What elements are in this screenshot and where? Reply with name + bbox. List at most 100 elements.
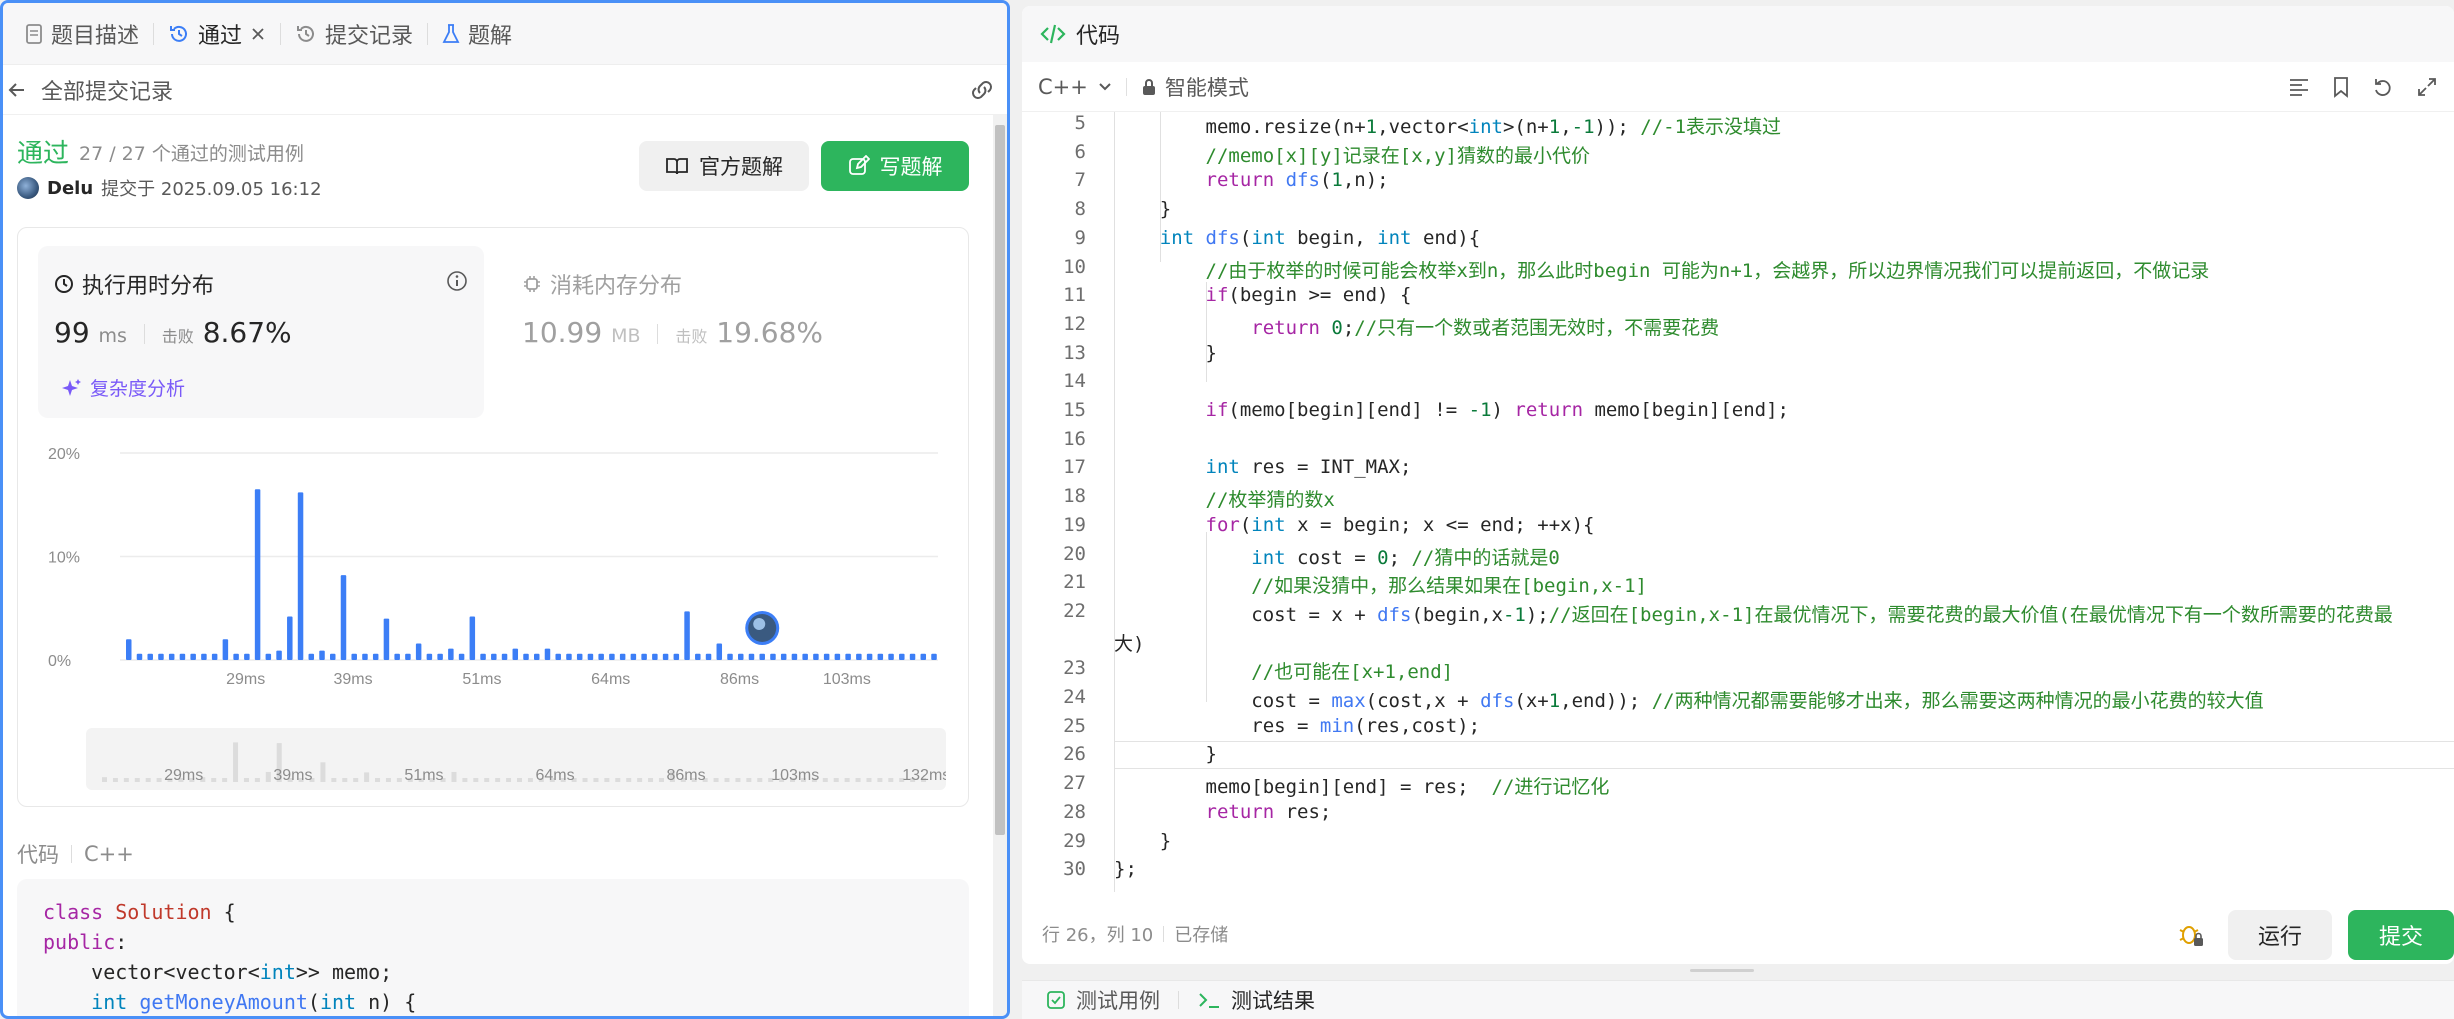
- histogram-bar[interactable]: [308, 653, 315, 660]
- histogram-bar[interactable]: [201, 653, 207, 660]
- histogram-bar[interactable]: [319, 650, 325, 660]
- runtime-distribution-tab[interactable]: 执行用时分布 99 ms 击败 8.67% 复杂度分析: [38, 246, 484, 418]
- histogram-bar[interactable]: [684, 611, 690, 660]
- histogram-bar[interactable]: [727, 653, 733, 660]
- histogram-bar[interactable]: [759, 653, 765, 660]
- scrollbar-thumb[interactable]: [995, 125, 1005, 835]
- histogram-bar[interactable]: [126, 639, 132, 660]
- tab-testcases[interactable]: 测试用例: [1046, 985, 1160, 1015]
- histogram-bar[interactable]: [566, 653, 572, 660]
- histogram-bar[interactable]: [437, 653, 443, 660]
- write-solution-button[interactable]: 写题解: [821, 141, 969, 191]
- histogram-bar[interactable]: [469, 616, 476, 660]
- histogram-bar[interactable]: [630, 653, 637, 660]
- run-button[interactable]: 运行: [2228, 910, 2332, 960]
- tab-submissions[interactable]: 提交记录: [281, 3, 427, 64]
- histogram-bar[interactable]: [480, 653, 486, 660]
- histogram-bar[interactable]: [362, 653, 368, 660]
- histogram-bar[interactable]: [394, 653, 400, 660]
- memory-distribution-tab[interactable]: 消耗内存分布 10.99 MB 击败 19.68%: [506, 246, 946, 418]
- histogram-bar[interactable]: [330, 653, 336, 660]
- histogram-bar[interactable]: [426, 653, 433, 660]
- histogram-bar[interactable]: [705, 653, 712, 660]
- histogram-bar[interactable]: [297, 492, 304, 660]
- histogram-bar[interactable]: [587, 653, 594, 660]
- histogram-bar[interactable]: [813, 653, 819, 660]
- histogram-bar[interactable]: [491, 653, 497, 660]
- smart-mode-toggle[interactable]: 智能模式: [1141, 72, 1249, 102]
- histogram-bar[interactable]: [770, 653, 776, 660]
- histogram-bar[interactable]: [802, 653, 808, 660]
- language-select[interactable]: C++: [1038, 75, 1112, 99]
- histogram-bar[interactable]: [179, 653, 186, 660]
- histogram-bar[interactable]: [372, 653, 379, 660]
- tab-description[interactable]: 题目描述: [11, 3, 153, 64]
- histogram-bar[interactable]: [340, 575, 347, 660]
- tab-test-results[interactable]: 测试结果: [1197, 985, 1315, 1015]
- all-submissions-link[interactable]: 全部提交记录: [41, 74, 173, 106]
- histogram-bar[interactable]: [662, 653, 669, 660]
- histogram-bar[interactable]: [287, 616, 293, 660]
- histogram-bar[interactable]: [866, 653, 873, 660]
- scrollbar[interactable]: [993, 115, 1007, 1016]
- author-name[interactable]: Delu: [47, 178, 93, 199]
- histogram-bar[interactable]: [555, 653, 561, 660]
- histogram-bar[interactable]: [512, 648, 519, 660]
- range-brush[interactable]: 29ms 39ms 51ms 64ms 86ms 103ms 132ms: [86, 728, 946, 790]
- histogram-bar[interactable]: [619, 653, 626, 660]
- histogram-bar[interactable]: [222, 639, 229, 660]
- tab-accepted[interactable]: 通过: [154, 3, 280, 64]
- histogram-bar[interactable]: [673, 653, 680, 660]
- histogram-bar[interactable]: [920, 653, 927, 660]
- histogram-bar[interactable]: [695, 653, 701, 660]
- complexity-analysis-link[interactable]: 复杂度分析: [62, 374, 185, 401]
- arrow-left-icon[interactable]: [7, 80, 27, 100]
- debug-icon[interactable]: [2176, 920, 2206, 950]
- histogram-bar[interactable]: [523, 653, 529, 660]
- histogram-bar[interactable]: [276, 650, 282, 660]
- histogram-bar[interactable]: [136, 653, 143, 660]
- histogram-bar[interactable]: [576, 653, 583, 660]
- histogram-bar[interactable]: [244, 653, 250, 660]
- code-editor[interactable]: 5 memo.resize(n+1,vector<int>(n+1,-1)); …: [1022, 112, 2454, 892]
- histogram-bar[interactable]: [534, 653, 540, 660]
- close-icon[interactable]: [250, 26, 266, 42]
- histogram-bar[interactable]: [501, 653, 508, 660]
- histogram-bar[interactable]: [888, 653, 894, 660]
- histogram-bar[interactable]: [233, 653, 239, 660]
- info-icon[interactable]: [446, 270, 468, 292]
- histogram-bar[interactable]: [909, 653, 916, 660]
- histogram-bar[interactable]: [190, 653, 196, 660]
- histogram-bar[interactable]: [845, 653, 851, 660]
- official-solution-button[interactable]: 官方题解: [639, 141, 809, 191]
- histogram-bar[interactable]: [823, 653, 830, 660]
- your-submission-marker[interactable]: [745, 611, 780, 645]
- avatar[interactable]: [17, 177, 39, 199]
- expand-icon[interactable]: [2416, 76, 2438, 98]
- reset-icon[interactable]: [2372, 76, 2394, 98]
- histogram-bar[interactable]: [716, 643, 723, 660]
- histogram-bar[interactable]: [748, 653, 755, 660]
- histogram-bar[interactable]: [147, 653, 153, 660]
- bookmark-icon[interactable]: [2332, 76, 2350, 98]
- histogram-bar[interactable]: [351, 653, 357, 660]
- histogram-bar[interactable]: [641, 653, 647, 660]
- histogram-bar[interactable]: [791, 653, 798, 660]
- panel-drag-handle[interactable]: [1690, 969, 1754, 972]
- submit-button[interactable]: 提交: [2348, 910, 2454, 960]
- histogram-bar[interactable]: [899, 653, 905, 660]
- runtime-histogram[interactable]: 20%10%0%29ms39ms51ms64ms86ms103ms132ms: [48, 418, 948, 728]
- histogram-bar[interactable]: [211, 653, 218, 660]
- histogram-bar[interactable]: [834, 653, 841, 660]
- histogram-bar[interactable]: [652, 653, 658, 660]
- histogram-bar[interactable]: [780, 653, 787, 660]
- tab-solutions[interactable]: 题解: [428, 3, 526, 64]
- histogram-bar[interactable]: [544, 648, 551, 660]
- histogram-bar[interactable]: [856, 653, 862, 660]
- histogram-bar[interactable]: [168, 653, 175, 660]
- histogram-bar[interactable]: [265, 653, 272, 660]
- histogram-bar[interactable]: [254, 489, 261, 660]
- histogram-bar[interactable]: [877, 653, 884, 660]
- histogram-bar[interactable]: [738, 653, 744, 660]
- histogram-bar[interactable]: [598, 653, 604, 660]
